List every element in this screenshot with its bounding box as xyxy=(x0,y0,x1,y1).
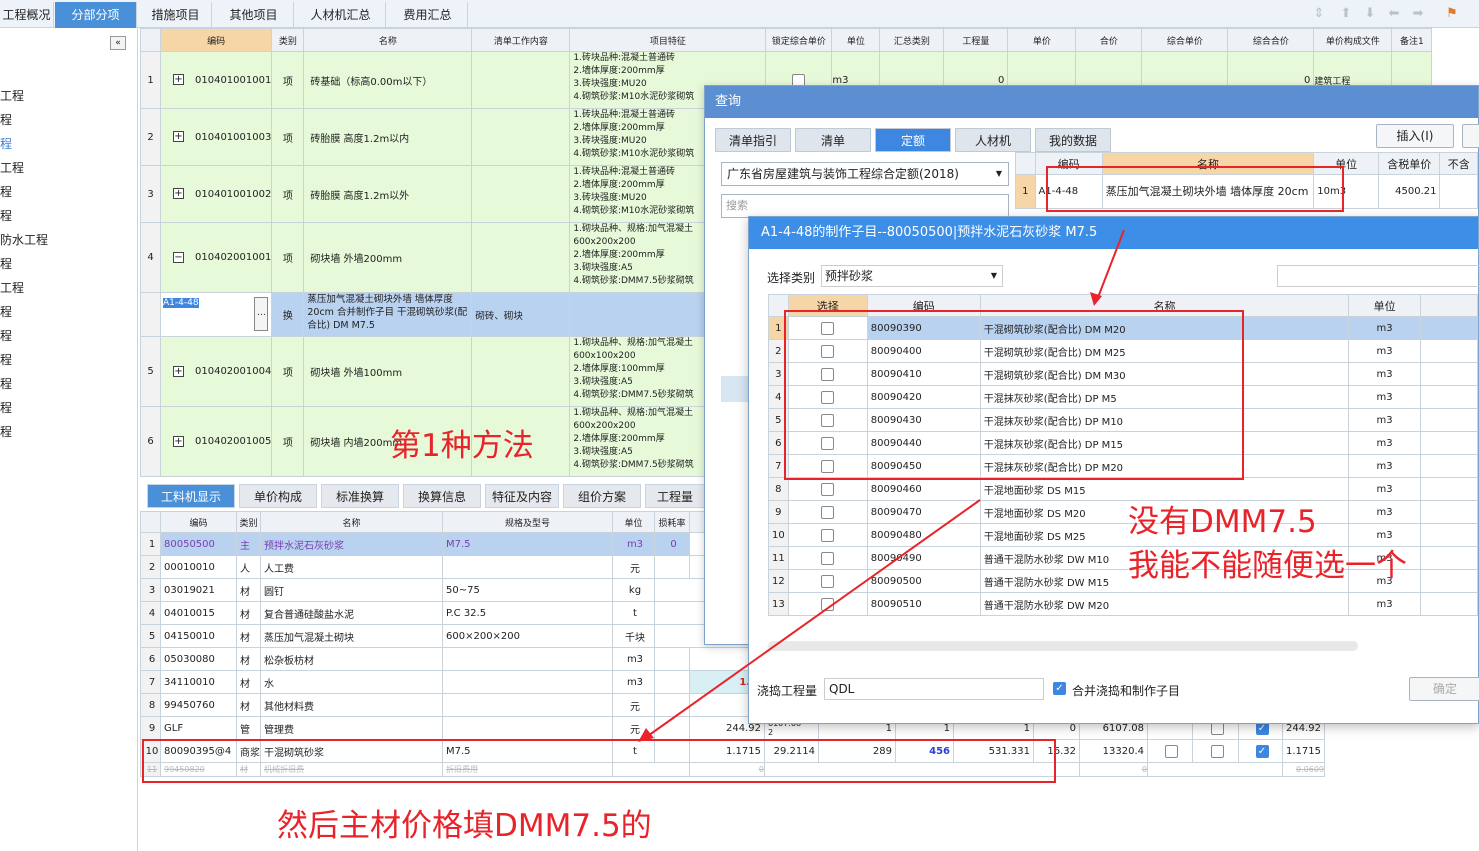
annotation-no-dmm: 没有DMM7.5 xyxy=(1128,504,1317,540)
arrow-line-2 xyxy=(644,499,981,739)
annotation-method1: 第1种方法 xyxy=(390,428,534,464)
arrow-line-1 xyxy=(1096,229,1125,301)
annotation-fill-price: 然后主材价格填DMM7.5的 xyxy=(277,808,652,844)
annotation-arrows xyxy=(638,229,1125,742)
annotation-can-choose: 我能不能随便选一个 xyxy=(1128,548,1407,584)
arrow-head-2 xyxy=(638,728,654,742)
